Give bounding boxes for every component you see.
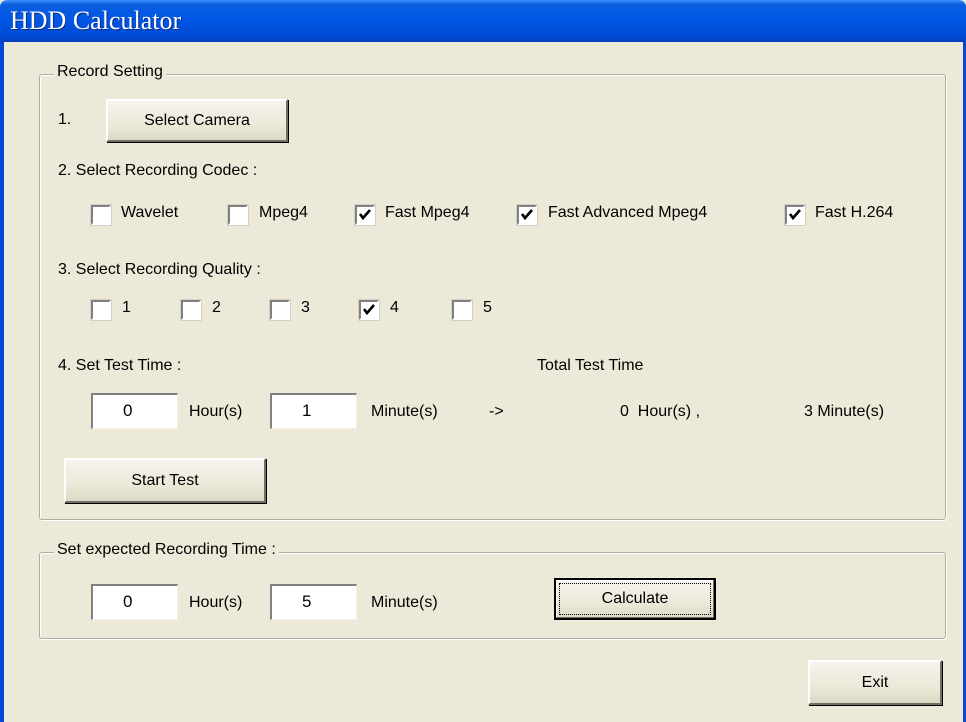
exit-button[interactable]: Exit: [808, 660, 942, 705]
codec-fast-mpeg4-checkbox[interactable]: [354, 204, 376, 226]
codec-fast-advanced-mpeg4-label: Fast Advanced Mpeg4: [548, 204, 708, 221]
exit-label: Exit: [861, 673, 889, 691]
expected-hours-input[interactable]: 0: [91, 584, 178, 620]
test-minutes-input[interactable]: 1: [270, 393, 357, 429]
quality-label: 3. Select Recording Quality :: [58, 261, 261, 278]
codec-mpeg4-checkbox[interactable]: [227, 204, 249, 226]
codec-fast-advanced-mpeg4-checkbox[interactable]: [516, 204, 538, 226]
total-hours-value: 0 Hour(s) ,: [620, 403, 701, 420]
quality-3-checkbox[interactable]: [269, 299, 291, 321]
quality-1-checkbox[interactable]: [90, 299, 112, 321]
quality-1-label: 1: [122, 299, 131, 316]
codec-label: 2. Select Recording Codec :: [58, 162, 258, 179]
check-mark-icon: [362, 304, 375, 316]
quality-2-label: 2: [212, 299, 221, 316]
total-minutes-value: 3 Minute(s): [804, 403, 885, 420]
calculate-focus-rect: [559, 583, 711, 615]
test-hours-unit: Hour(s): [189, 403, 243, 420]
quality-4-checkbox[interactable]: [358, 299, 380, 321]
check-mark-icon: [358, 209, 371, 221]
check-mark-icon: [788, 209, 801, 221]
expected-minutes-input[interactable]: 5: [270, 584, 357, 620]
codec-wavelet-checkbox[interactable]: [90, 204, 112, 226]
select-camera-button[interactable]: Select Camera: [106, 99, 288, 142]
test-minutes-unit: Minute(s): [371, 403, 438, 420]
quality-2-checkbox[interactable]: [180, 299, 202, 321]
start-test-label: Start Test: [131, 471, 199, 489]
codec-fast-h264-label: Fast H.264: [815, 204, 894, 221]
window-left-border: [0, 42, 4, 722]
test-time-label: 4. Set Test Time :: [58, 357, 182, 374]
quality-5-label: 5: [483, 299, 492, 316]
expected-minutes-unit: Minute(s): [371, 594, 438, 611]
total-test-time-label: Total Test Time: [537, 357, 644, 374]
hdd-calculator-window: HDD Calculator Record Setting 1. Select …: [0, 0, 966, 722]
title-bar[interactable]: HDD Calculator: [0, 0, 966, 42]
calculate-button[interactable]: Calculate: [554, 578, 716, 620]
start-test-button[interactable]: Start Test: [64, 458, 266, 503]
record-setting-legend: Record Setting: [54, 63, 166, 81]
codec-fast-mpeg4-label: Fast Mpeg4: [385, 204, 470, 221]
arrow-text: ->: [489, 403, 504, 420]
codec-fast-h264-checkbox[interactable]: [784, 204, 806, 226]
codec-wavelet-label: Wavelet: [121, 204, 179, 221]
check-mark-icon: [520, 209, 533, 221]
select-camera-label: Select Camera: [144, 111, 250, 129]
codec-mpeg4-label: Mpeg4: [259, 204, 308, 221]
quality-5-checkbox[interactable]: [451, 299, 473, 321]
quality-3-label: 3: [301, 299, 310, 316]
window-title: HDD Calculator: [10, 6, 182, 35]
quality-4-label: 4: [390, 299, 399, 316]
step-1-label: 1.: [58, 111, 72, 128]
expected-time-legend: Set expected Recording Time :: [54, 541, 279, 559]
test-hours-input[interactable]: 0: [91, 393, 178, 429]
expected-hours-unit: Hour(s): [189, 594, 243, 611]
